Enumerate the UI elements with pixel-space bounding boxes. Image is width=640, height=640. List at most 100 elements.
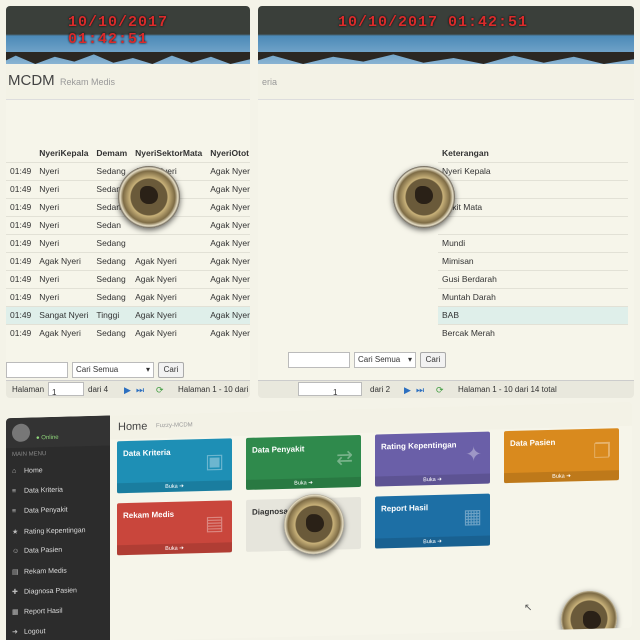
- app-title: MCDM: [8, 72, 55, 89]
- sidebar-item[interactable]: ≡ Data Kriteria: [12, 487, 63, 502]
- tile-title: Diagnosa: [252, 506, 289, 517]
- page-count: dari 2: [370, 385, 391, 394]
- report-icon: ▦: [463, 505, 482, 529]
- sidebar-item[interactable]: ≡ Data Penyakit: [12, 507, 68, 522]
- next-page-icon[interactable]: ▶: [404, 385, 414, 395]
- dashboard-tile[interactable]: Data Kriteria ▣ Buka ➔: [117, 438, 232, 494]
- table-row[interactable]: Bercak Merah: [438, 323, 628, 342]
- last-page-icon[interactable]: ⏭: [416, 385, 426, 395]
- dashboard-tile[interactable]: Data Pasien ❐ Buka ➔: [504, 428, 619, 484]
- search-button[interactable]: Cari: [158, 362, 184, 378]
- page-number-input[interactable]: 1: [298, 382, 362, 397]
- table-cell: Agak Nyeri: [131, 287, 207, 306]
- keterangan-cell: Mundi: [438, 233, 628, 252]
- arrow-circle-right-icon: ➔: [306, 480, 313, 487]
- tile-title: Data Penyakit: [252, 444, 305, 455]
- keterangan-column-header: Keterangan: [442, 147, 489, 158]
- page-number-input[interactable]: 1: [48, 382, 84, 397]
- sidebar-item[interactable]: ⌂ Home: [12, 467, 43, 482]
- table-cell: Agak Nyeri: [131, 305, 207, 324]
- tile-open-link[interactable]: Buka ➔: [375, 473, 490, 487]
- refresh-icon: ⇄: [336, 447, 353, 470]
- sidebar-item[interactable]: ☺ Data Pasien: [12, 547, 62, 562]
- dashboard-tile[interactable]: Rekam Medis ▤ Buka ➔: [117, 500, 232, 556]
- tile-open-link[interactable]: Buka ➔: [504, 470, 619, 484]
- tile-open-label: Buka: [165, 483, 178, 491]
- rekam-medis-window-right: 10/10/2017 01:42:51 eria Keterangan Nyer…: [258, 6, 634, 398]
- time-column-header: [6, 144, 35, 162]
- file-icon: ▤: [12, 568, 19, 577]
- star-icon: ★: [12, 528, 19, 537]
- table-row[interactable]: Sakit Mata: [438, 197, 628, 216]
- sidebar-item[interactable]: ▤ Rekam Medis: [12, 567, 67, 582]
- sidebar-item[interactable]: ✚ Diagnosa Pasien: [12, 586, 77, 602]
- table-header: NyeriKepala Demam NyeriSektorMata NyeriOtot…: [6, 144, 250, 162]
- table-cell: [131, 233, 207, 252]
- dashboard-tile[interactable]: Report Hasil ▦ Buka ➔: [375, 493, 490, 549]
- next-page-icon[interactable]: ▶: [124, 385, 134, 395]
- table-row[interactable]: [438, 179, 628, 198]
- table-cell: Sangat Nyeri: [35, 305, 93, 324]
- table-row[interactable]: Mundi: [438, 233, 628, 252]
- keterangan-cell: Nyeri Kepala: [438, 161, 628, 180]
- sidebar-item-label: Home: [24, 467, 43, 475]
- table-cell: Nyeri: [35, 179, 93, 198]
- search-scope-select[interactable]: Cari Semua ▾: [354, 352, 416, 368]
- image-icon: ▣: [205, 450, 224, 473]
- refresh-icon[interactable]: ⟳: [436, 385, 446, 395]
- search-button[interactable]: Cari: [420, 352, 446, 368]
- last-page-icon[interactable]: ⏭: [136, 385, 146, 395]
- table-row[interactable]: Mimisan: [438, 251, 628, 270]
- search-input[interactable]: [288, 352, 350, 368]
- table-row[interactable]: Nyeri Kepala: [438, 161, 628, 180]
- sidebar-item[interactable]: ▦ Report Hasil: [12, 607, 63, 622]
- tile-title: Rekam Medis: [123, 509, 175, 521]
- tile-open-link[interactable]: Buka ➔: [246, 476, 361, 490]
- search-input[interactable]: [6, 362, 68, 378]
- table-row[interactable]: Gusi Berdarah: [438, 269, 628, 288]
- tile-title: Report Hasil: [381, 503, 429, 514]
- dashboard-tile[interactable]: Rating Kepentingan ✦ Buka ➔: [375, 431, 490, 487]
- home-icon: ⌂: [12, 467, 17, 476]
- online-status-label: Online: [41, 434, 59, 442]
- time-cell: 01:49: [6, 305, 36, 324]
- tile-open-label: Buka: [423, 538, 436, 546]
- table-cell: Sedang: [92, 269, 132, 288]
- refresh-icon[interactable]: ⟳: [156, 385, 166, 395]
- tile-title: Data Kriteria: [123, 447, 171, 459]
- table-cell: Nyeri: [35, 287, 93, 306]
- table-row[interactable]: 01:49 Sangat Nyeri Tinggi Agak Nyeri Agak Ny…: [6, 305, 250, 324]
- sidebar-item[interactable]: ★ Rating Kepentingan: [12, 526, 86, 542]
- logout-icon: ➜: [12, 628, 18, 637]
- table-cell: Agak Nyeri: [206, 215, 250, 234]
- table-row[interactable]: 01:49NyeriSedangAgak NyeriAgak NyeriAgak…: [6, 269, 250, 288]
- page-subtitle: Fuzzy-MCDM: [156, 422, 193, 430]
- table-row[interactable]: 01:49NyeriSedangAgak NyeriAgak NyeriAgak…: [6, 287, 250, 306]
- page-label: Halaman: [12, 385, 45, 394]
- page-subtitle: eria: [262, 77, 278, 87]
- sidebar-item[interactable]: ➜ Logout: [12, 627, 45, 640]
- column-header: NyeriOtot: [210, 147, 249, 158]
- dashboard-tile[interactable]: Data Penyakit ⇄ Buka ➔: [246, 434, 361, 490]
- tile-open-link[interactable]: Buka ➔: [375, 535, 490, 549]
- table-row[interactable]: 01:49NyeriSedangAgak NyeriAgak Nye: [6, 233, 250, 252]
- table-row[interactable]: [438, 215, 628, 234]
- keterangan-cell: Bercak Merah: [438, 323, 628, 342]
- keterangan-cell: BAB: [438, 305, 628, 324]
- table-row[interactable]: BAB: [438, 305, 628, 324]
- table-row[interactable]: Muntah Darah: [438, 287, 628, 306]
- table-cell: Agak Nyeri: [206, 269, 250, 288]
- app-header: MCDM Rekam Medis: [6, 64, 250, 100]
- table-row[interactable]: 01:49 Agak Nyeri Sedang Agak Nyeri Agak Nyer…: [6, 323, 250, 342]
- gift-icon: ✦: [465, 443, 482, 467]
- table-cell: Agak Nyeri: [131, 323, 207, 342]
- tile-open-link[interactable]: Buka ➔: [117, 480, 232, 494]
- tile-open-link[interactable]: Buka ➔: [117, 542, 232, 556]
- online-status: ● Online: [36, 434, 59, 442]
- table-row[interactable]: 01:49 Agak Nyeri Sedang Agak Nyeri Agak Nyer…: [6, 251, 250, 270]
- timestamp-stamp: 10/10/2017 01:42:51: [338, 14, 529, 31]
- search-scope-select[interactable]: Cari Semua ▾: [72, 362, 154, 378]
- table-cell: Agak Nyeri: [206, 251, 250, 270]
- table-cell: Agak Nyeri: [206, 161, 250, 180]
- arrow-circle-right-icon: ➔: [177, 545, 184, 552]
